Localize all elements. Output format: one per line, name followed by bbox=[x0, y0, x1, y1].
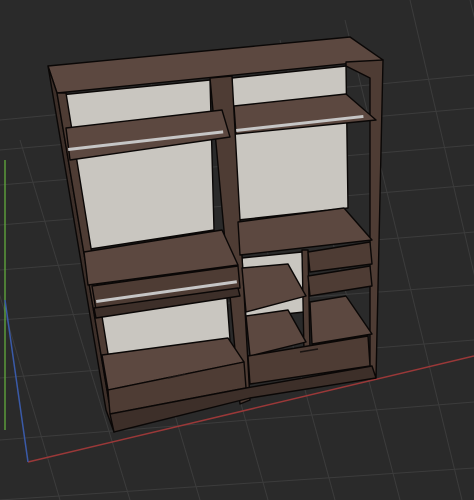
back-panel-right-upper bbox=[231, 65, 349, 221]
3d-viewport[interactable] bbox=[0, 0, 474, 500]
